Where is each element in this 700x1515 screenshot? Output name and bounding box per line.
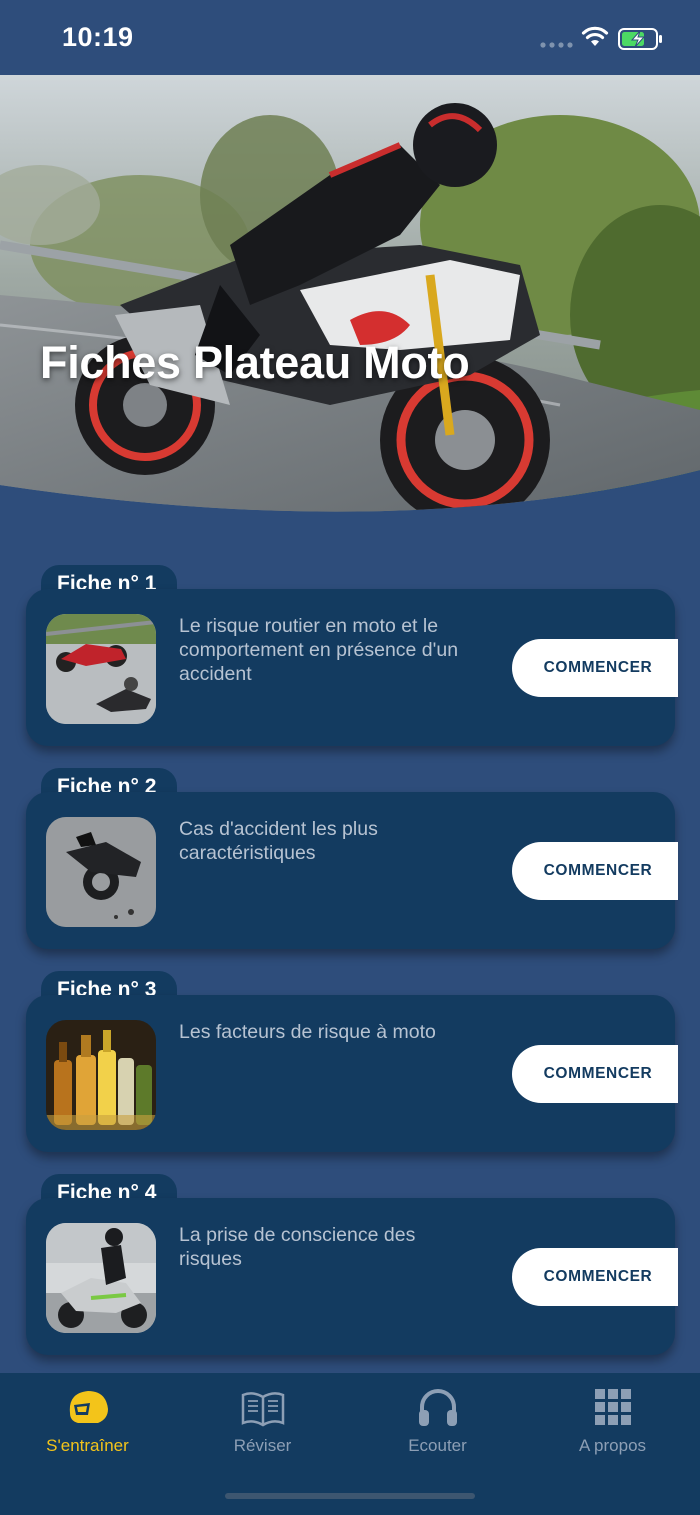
motorcycle-crash-thumbnail <box>46 614 156 724</box>
fiche-description: Le risque routier en moto et le comporte… <box>179 615 459 685</box>
grid-icon <box>595 1389 631 1425</box>
tab-sentrainer[interactable]: S'entraîner <box>0 1373 175 1463</box>
tab-label: Ecouter <box>408 1436 467 1455</box>
fiche-card-body: La prise de conscience des risques COMME… <box>26 1198 678 1355</box>
scooter-rider-thumbnail <box>46 1223 156 1333</box>
start-fiche-3-button[interactable]: COMMENCER <box>512 1045 678 1103</box>
cellular-signal-icon <box>540 42 573 48</box>
tab-ecouter[interactable]: Ecouter <box>350 1373 525 1463</box>
fiche-card-1: Fiche n° 1 Le risque routier en moto et … <box>26 565 678 755</box>
alcohol-bottles-thumbnail <box>46 1020 156 1130</box>
helmet-icon <box>69 1391 108 1423</box>
tab-label: Réviser <box>233 1436 292 1455</box>
tab-a-propos[interactable]: A propos <box>525 1373 700 1463</box>
fiche-card-2: Fiche n° 2 Cas d'accident les plus carac… <box>26 768 678 958</box>
headphones-icon <box>419 1389 457 1426</box>
fiche-card-body: Les facteurs de risque à moto COMMENCER <box>26 995 678 1152</box>
tab-label: A propos <box>578 1436 647 1455</box>
hero-banner: Fiches Plateau Moto <box>0 75 700 520</box>
start-fiche-4-button[interactable]: COMMENCER <box>512 1248 678 1306</box>
battery-charging-icon <box>618 28 662 50</box>
status-time: 10:19 <box>62 22 134 52</box>
tab-reviser[interactable]: Réviser <box>175 1373 350 1463</box>
bottom-tab-bar: S'entraîner Réviser Ecouter A propos <box>0 1373 700 1515</box>
fiche-card-4: Fiche n° 4 La prise de conscience des ri… <box>26 1174 678 1364</box>
fiche-description: Cas d'accident les plus caractéristiques <box>179 818 378 864</box>
fallen-motorcycle-thumbnail <box>46 817 156 927</box>
tab-label: S'entraîner <box>46 1436 129 1455</box>
start-fiche-1-button[interactable]: COMMENCER <box>512 639 678 697</box>
fiche-description: La prise de conscience des risques <box>179 1224 416 1270</box>
fiche-card-body: Cas d'accident les plus caractéristiques… <box>26 792 678 949</box>
motorcycle-hero-image <box>0 75 700 512</box>
fiche-card-body: Le risque routier en moto et le comporte… <box>26 589 678 746</box>
status-bar: 10:19 <box>0 0 700 75</box>
book-icon <box>241 1392 285 1427</box>
start-fiche-2-button[interactable]: COMMENCER <box>512 842 678 900</box>
page-title: Fiches Plateau Moto <box>40 337 470 388</box>
fiche-card-3: Fiche n° 3 Les facteurs de risque à moto… <box>26 971 678 1161</box>
fiche-description: Les facteurs de risque à moto <box>179 1021 436 1043</box>
wifi-icon <box>581 26 609 46</box>
home-indicator <box>225 1493 475 1499</box>
